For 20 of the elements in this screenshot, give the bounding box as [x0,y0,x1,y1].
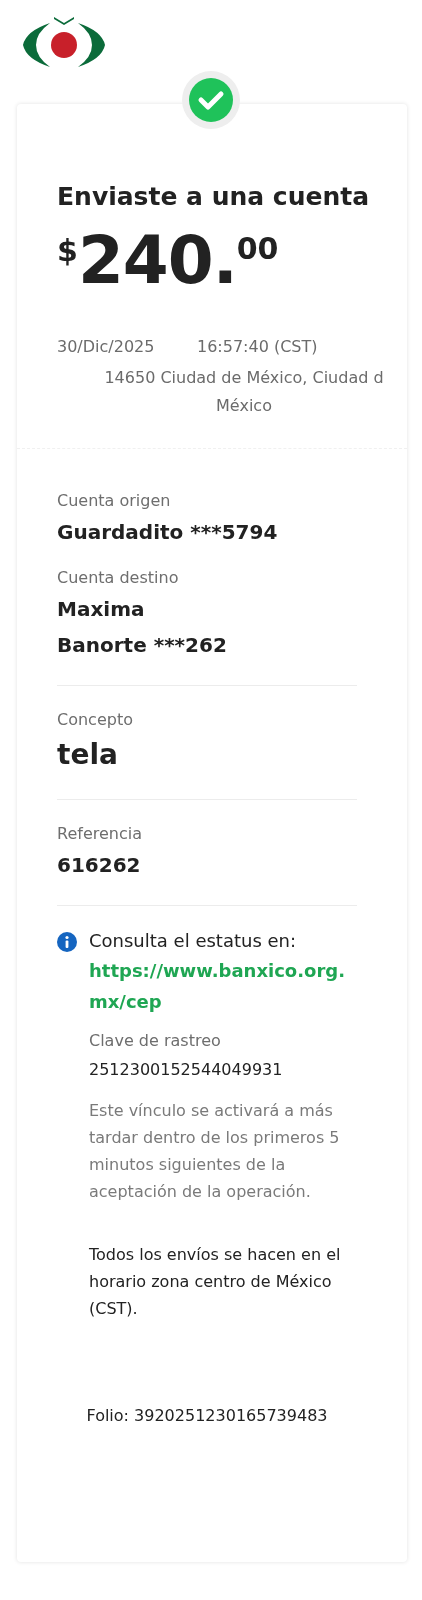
field-value: 616262 [57,852,142,879]
field-value: Guardadito ***5794 [57,519,279,546]
tracking-label: Clave de rastreo [89,1031,222,1050]
activation-note: Este vínculo se activará a más tardar dentro de los primeros 5 minutos siguientes de la aceptación de la operación. [89,1100,341,1203]
field-label: Cuenta destino [57,568,180,587]
banxico-link[interactable]: https://www.banxico.org.mx/cep [89,955,363,1017]
tracking-key: 2512300152544049931 [89,1060,364,1079]
field-label: Referencia [57,824,143,843]
info-icon [57,932,77,952]
status-heading: Consulta el estatus en: [89,930,298,951]
time-text: 16:57:40 (CST) [197,337,318,356]
location-text: 14650 Ciudad de México, Ciudad d México [103,367,385,417]
folio-text: Folio: 3920251230165739483 [85,1406,329,1425]
receipt-title: Enviaste a una cuenta [57,182,371,211]
timezone-note: Todos los envíos se hacen en el horario zona centro de México (CST). [89,1244,342,1320]
field-label: Cuenta origen [57,491,172,510]
date-text: 30/Dic/2025 [57,337,156,356]
field-value: Maxima Banorte ***262 [57,596,228,659]
field-label: Concepto [57,710,134,729]
field-value: tela [57,737,119,773]
